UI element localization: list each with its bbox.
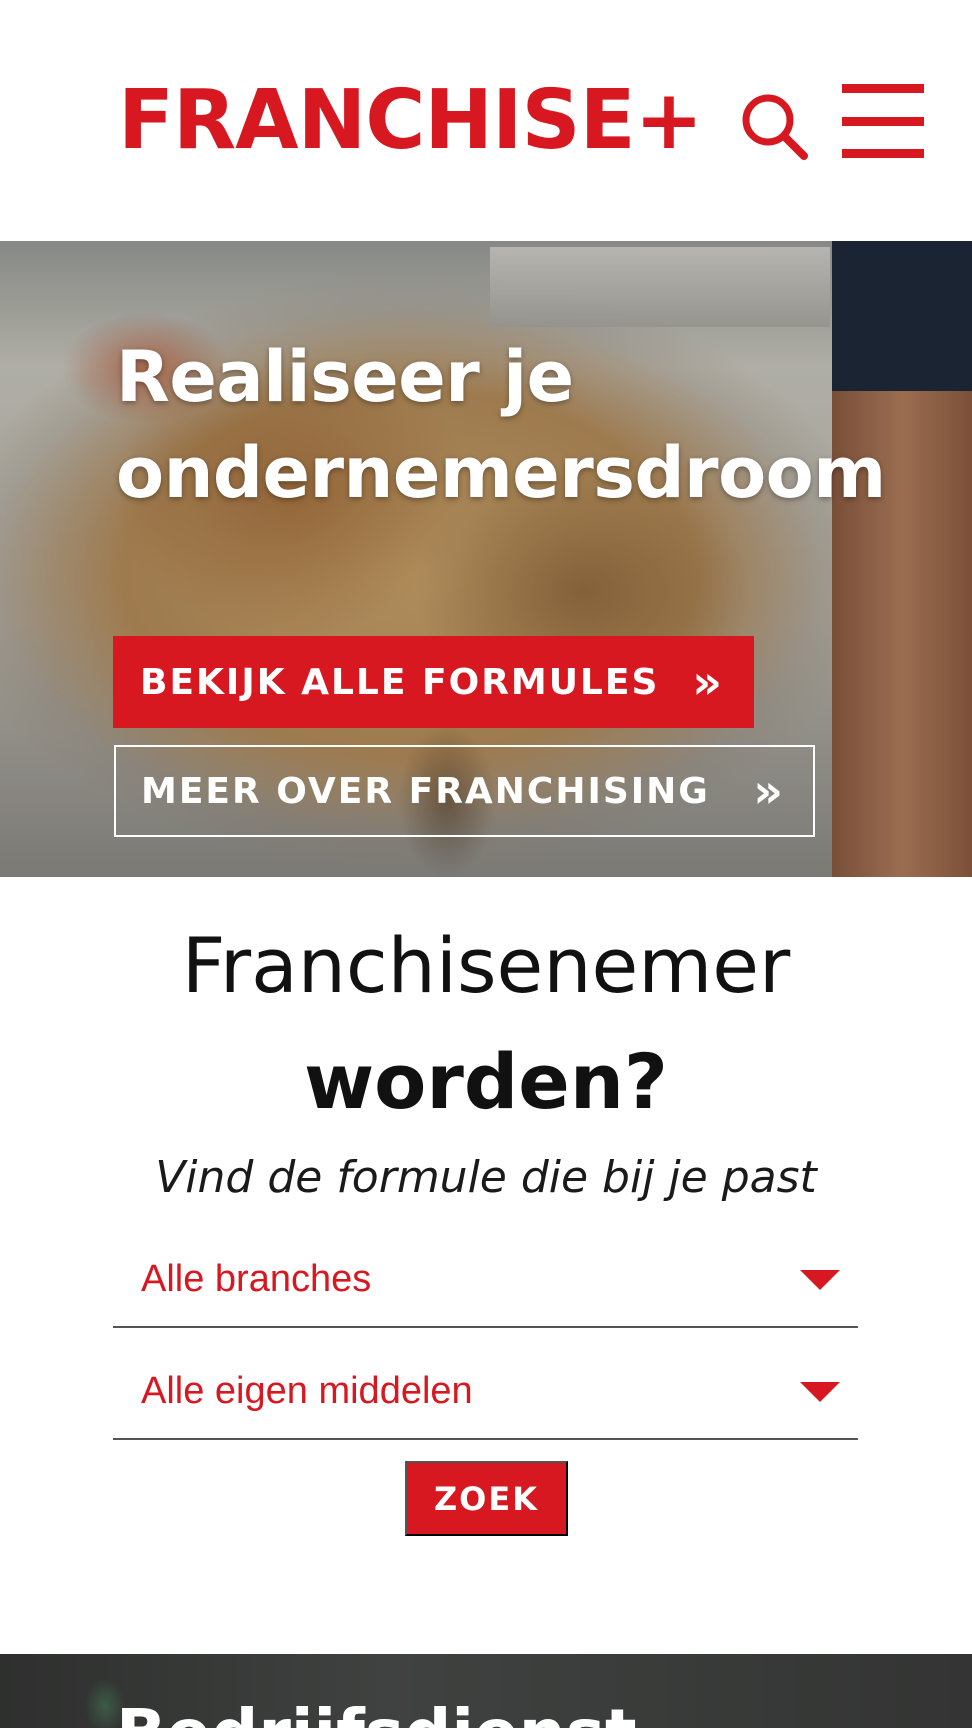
view-all-formulas-label: BEKIJK ALLE FORMULES xyxy=(140,661,660,703)
page: FRANCHISE+ Realiseer je ondernemersdroom… xyxy=(0,0,972,1728)
hero-title-line-1: Realiseer je xyxy=(116,336,574,418)
double-chevron-right-icon: » xyxy=(692,655,722,709)
site-logo[interactable]: FRANCHISE+ xyxy=(118,76,703,166)
own-funds-select-value: Alle eigen middelen xyxy=(141,1370,473,1412)
hamburger-menu-icon-bar-2 xyxy=(842,117,924,126)
hamburger-menu-icon-bar-1 xyxy=(842,84,924,93)
more-about-franchising-label: MEER OVER FRANCHISING xyxy=(141,770,710,812)
double-chevron-right-icon: » xyxy=(753,764,783,818)
site-header: FRANCHISE+ xyxy=(0,0,972,241)
branch-select[interactable]: Alle branches xyxy=(113,1246,858,1328)
view-all-formulas-button[interactable]: BEKIJK ALLE FORMULES » xyxy=(113,636,754,728)
menu-button[interactable] xyxy=(842,84,924,158)
search-icon xyxy=(742,94,808,160)
branch-select-value: Alle branches xyxy=(141,1258,372,1300)
bottom-teaser-section: Bedrijfsdienst... xyxy=(0,1654,972,1728)
bottom-section-title: Bedrijfsdienst... xyxy=(116,1694,712,1728)
caret-down-icon xyxy=(800,1382,840,1402)
search-submit-button[interactable]: ZOEK xyxy=(405,1461,568,1536)
search-section-subtitle: Vind de formule die bij je past xyxy=(155,1152,817,1203)
search-title-line-2: worden? xyxy=(303,1037,669,1126)
search-button[interactable] xyxy=(738,90,814,166)
hero-title-line-2: ondernemersdroom xyxy=(116,432,886,514)
own-funds-select[interactable]: Alle eigen middelen xyxy=(113,1358,858,1440)
more-about-franchising-button[interactable]: MEER OVER FRANCHISING » xyxy=(114,745,815,837)
hero-title: Realiseer je ondernemersdroom xyxy=(116,329,956,521)
search-title-line-1: Franchisenemer xyxy=(181,921,791,1010)
hero-banner: Realiseer je ondernemersdroom BEKIJK ALL… xyxy=(0,241,972,877)
search-section-title: Franchisenemer worden? xyxy=(0,908,972,1140)
hamburger-menu-icon-bar-3 xyxy=(842,149,924,158)
caret-down-icon xyxy=(800,1270,840,1290)
